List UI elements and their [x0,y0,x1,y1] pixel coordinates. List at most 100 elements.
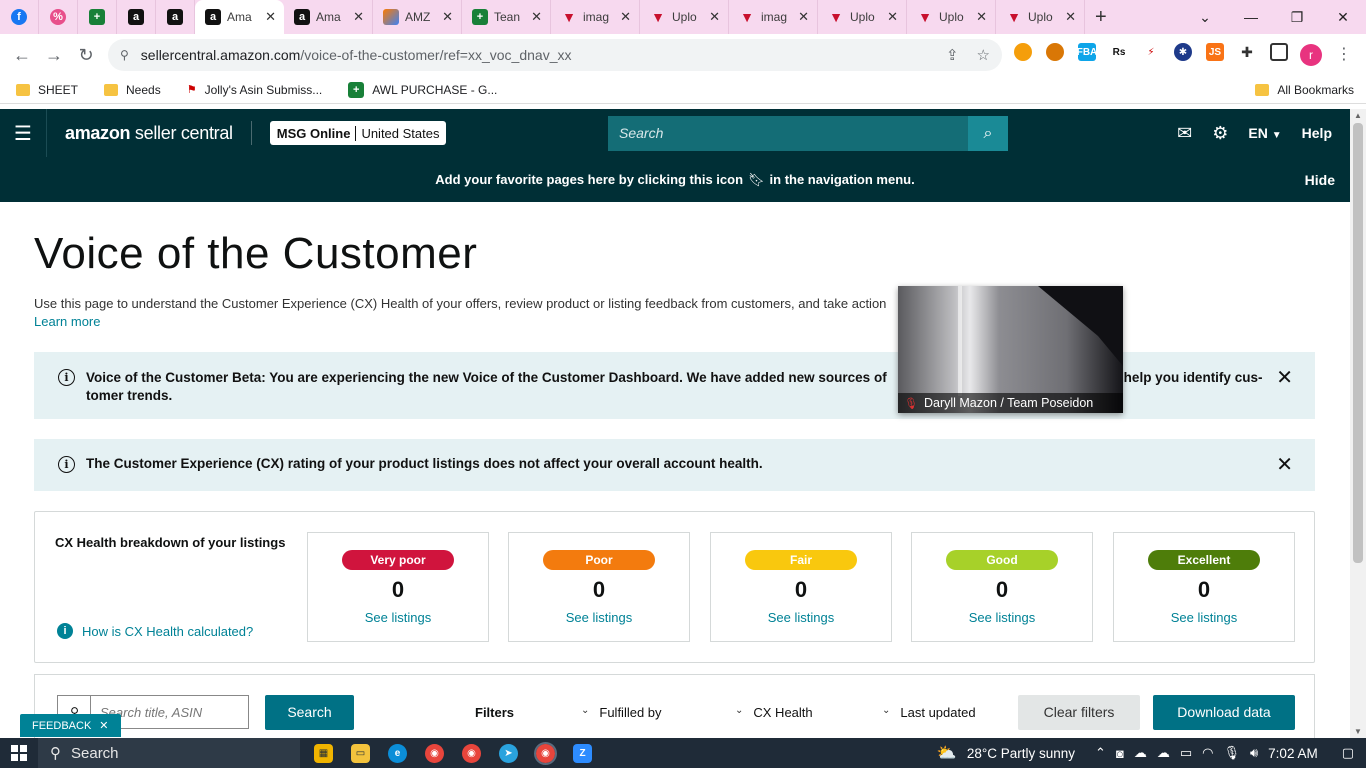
extension-icon[interactable] [1014,43,1032,61]
close-icon[interactable]: ✕ [99,719,108,732]
browser-tab[interactable]: ▼ Uplo ✕ [907,0,996,34]
bookmark-item[interactable]: Needs [104,83,161,97]
onedrive-icon[interactable]: ☁ [1134,745,1147,761]
close-tab-icon[interactable]: ✕ [620,9,631,25]
close-tab-icon[interactable]: ✕ [887,9,898,25]
battery-icon[interactable]: ▭ [1180,745,1192,761]
new-tab-icon[interactable]: + [1095,6,1107,29]
browser-tab[interactable]: f [0,0,39,34]
close-tab-icon[interactable]: ✕ [976,9,987,25]
side-panel-icon[interactable] [1270,43,1288,61]
see-listings-link[interactable]: See listings [912,610,1092,625]
extension-icon[interactable]: ⚡ [1142,43,1160,61]
bookmark-star-icon[interactable]: ☆ [977,46,990,64]
account-switcher[interactable]: MSG Online United States [269,121,447,145]
hide-favorites-button[interactable]: Hide [1305,172,1335,188]
mail-icon[interactable]: ✉ [1177,123,1192,144]
feedback-button[interactable]: FEEDBACK ✕ [20,714,121,737]
rs-extension-icon[interactable]: Rs [1110,43,1128,61]
browser-tab[interactable]: ▼ imag ✕ [551,0,640,34]
browser-tab[interactable]: ▼ Uplo ✕ [640,0,729,34]
clock[interactable]: 7:02 AM [1268,746,1318,761]
scroll-down-icon[interactable]: ▼ [1350,727,1366,736]
hamburger-menu-icon[interactable]: ☰ [0,109,47,157]
page-scrollbar[interactable]: ▲ ▼ [1350,109,1366,738]
close-tab-icon[interactable]: ✕ [798,9,809,25]
restore-icon[interactable]: ❐ [1274,9,1320,26]
browser-tab-active[interactable]: a Ama ✕ [195,0,284,34]
browser-tab[interactable]: ▼ imag ✕ [729,0,818,34]
see-listings-link[interactable]: See listings [1114,610,1294,625]
all-bookmarks[interactable]: All Bookmarks [1255,83,1354,97]
forward-icon[interactable]: → [38,45,70,66]
taskbar-search[interactable]: ⚲ Search [38,738,300,768]
weather-text[interactable]: 28°C Partly sunny [967,746,1075,761]
fba-extension-icon[interactable]: FBA [1077,43,1097,61]
minimize-icon[interactable]: — [1228,9,1274,25]
extension-icon[interactable]: ✱ [1174,43,1192,61]
reload-icon[interactable]: ↻ [70,45,102,66]
close-tab-icon[interactable]: ✕ [709,9,720,25]
see-listings-link[interactable]: See listings [711,610,891,625]
browser-tab[interactable]: a [156,0,195,34]
learn-more-link[interactable]: Learn more [34,314,100,329]
windows-start-icon[interactable] [0,745,38,761]
close-tab-icon[interactable]: ✕ [1065,9,1076,25]
browser-tab[interactable]: a Ama ✕ [284,0,373,34]
scroll-up-icon[interactable]: ▲ [1350,111,1366,120]
edge-icon[interactable]: e [388,743,407,763]
url-field[interactable]: ⚲ sellercentral.amazon.com/voice-of-the-… [108,39,1002,71]
cx-health-dropdown[interactable]: ⌄ CX Health [735,705,813,720]
clear-filters-button[interactable]: Clear filters [1018,695,1140,730]
site-info-icon[interactable]: ⚲ [120,48,129,62]
fulfilled-by-dropdown[interactable]: ⌄ Fulfilled by [581,705,662,720]
scrollbar-thumb[interactable] [1353,123,1363,563]
zoom-icon[interactable]: Z [573,743,592,763]
chrome-icon[interactable]: ◉ [462,743,481,763]
close-tab-icon[interactable]: ✕ [265,9,276,25]
volume-icon[interactable]: 🔊︎ [1250,745,1258,761]
chrome-icon[interactable]: ◉ [534,741,557,765]
language-select[interactable]: EN ▼ [1248,125,1281,141]
microphone-icon[interactable]: 🎙︎ [1223,745,1240,761]
cx-health-help-link[interactable]: i How is CX Health calculated? [57,623,253,639]
video-call-overlay[interactable]: 🎙︎ Daryll Mazon / Team Poseidon [898,286,1123,413]
browser-tab[interactable]: ▼ Uplo ✕ [818,0,907,34]
browser-tab[interactable]: ▼ Uplo ✕ [996,0,1085,34]
puzzle-icon[interactable]: ✚ [1238,43,1256,61]
js-extension-icon[interactable]: JS [1206,43,1224,61]
telegram-icon[interactable]: ➤ [499,743,518,763]
notification-icon[interactable]: ▢ [1342,745,1354,761]
browser-tab[interactable]: + [78,0,117,34]
header-search-input[interactable]: Search [608,116,968,151]
close-tab-icon[interactable]: ✕ [353,9,364,25]
browser-tab[interactable]: AMZ ✕ [373,0,462,34]
see-listings-link[interactable]: See listings [308,610,488,625]
close-tab-icon[interactable]: ✕ [442,9,453,25]
help-link[interactable]: Help [1302,125,1332,141]
browser-tab[interactable]: + Tean ✕ [462,0,551,34]
close-icon[interactable]: ✕ [1276,365,1293,390]
download-data-button[interactable]: Download data [1153,695,1295,730]
seller-central-logo[interactable]: amazon seller central [65,123,233,144]
back-icon[interactable]: ← [6,45,38,66]
chrome-icon[interactable]: ◉ [425,743,444,763]
meet-icon[interactable]: ◙ [1116,746,1124,761]
chevron-up-icon[interactable]: ⌃ [1095,745,1106,761]
file-explorer-icon[interactable]: ▭ [351,743,370,763]
bookmark-item[interactable]: SHEET [16,83,78,97]
share-icon[interactable]: ⇪ [946,46,959,64]
widgets-icon[interactable]: ▦ [314,743,333,763]
search-icon[interactable]: ⌕ [968,116,1008,151]
extension-icon[interactable] [1046,43,1064,61]
close-window-icon[interactable]: ✕ [1320,9,1366,26]
browser-tab[interactable]: a [117,0,156,34]
see-listings-link[interactable]: See listings [509,610,689,625]
bookmark-item[interactable]: ⚑ Jolly's Asin Submiss... [187,83,323,97]
cloud-icon[interactable]: ☁ [1157,745,1170,761]
last-updated-dropdown[interactable]: ⌄ Last updated [882,705,976,720]
browser-tab[interactable]: % [39,0,78,34]
menu-icon[interactable]: ⋮ [1336,44,1352,64]
profile-avatar[interactable]: r [1300,44,1322,66]
gear-icon[interactable]: ⚙ [1212,123,1228,144]
